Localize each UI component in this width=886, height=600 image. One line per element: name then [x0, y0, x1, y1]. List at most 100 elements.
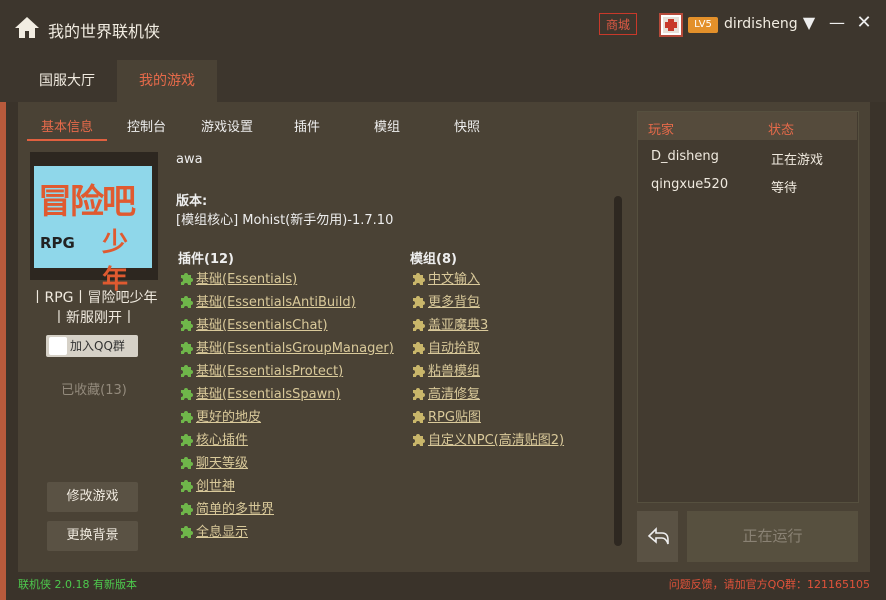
version-value: [模组核心] Mohist(新手勿用)-1.7.10 [176, 213, 394, 228]
item-label: 自动拾取 [428, 341, 481, 356]
subtab-console[interactable]: 控制台 [127, 116, 166, 135]
item-label: 更好的地皮 [196, 410, 262, 425]
plugin-item[interactable]: 基础(EssentialsProtect) [178, 360, 394, 383]
logo-title: 冒险吧 [38, 182, 136, 222]
scrollbar[interactable] [614, 196, 622, 546]
mod-item[interactable]: 自动拾取 [410, 337, 564, 360]
item-label: 核心插件 [196, 433, 249, 448]
active-tab-underline [27, 139, 107, 141]
mod-item[interactable]: 中文输入 [410, 268, 564, 291]
puzzle-icon [181, 434, 193, 446]
back-arrow-icon [647, 527, 669, 545]
puzzle-icon [181, 388, 193, 400]
mod-item[interactable]: 自定义NPC(高清贴图2) [410, 429, 564, 452]
plugin-item[interactable]: 聊天等级 [178, 452, 394, 475]
dropdown-icon[interactable]: ▼ [798, 12, 820, 34]
subtab-basic-info[interactable]: 基本信息 [41, 116, 93, 135]
status-column-header: 状态 [768, 123, 795, 138]
item-label: 自定义NPC(高清贴图2) [428, 433, 565, 448]
plugin-item[interactable]: 更好的地皮 [178, 406, 394, 429]
back-button[interactable] [637, 511, 678, 562]
item-label: 中文输入 [428, 272, 481, 287]
plugin-item[interactable]: 简单的多世界 [178, 498, 394, 521]
item-label: 高清修复 [428, 387, 481, 402]
qq-icon [49, 337, 67, 355]
puzzle-icon [181, 503, 193, 515]
plugin-item[interactable]: 基础(EssentialsGroupManager) [178, 337, 394, 360]
level-badge: LV5 [688, 17, 718, 33]
item-label: 基础(EssentialsGroupManager) [196, 341, 394, 356]
join-qq-label: 加入QQ群 [70, 339, 125, 353]
plugin-list: 基础(Essentials) 基础(EssentialsAntiBuild) 基础(… [178, 268, 394, 544]
subtab-game-settings[interactable]: 游戏设置 [201, 116, 253, 135]
mod-item[interactable]: 粘兽模组 [410, 360, 564, 383]
item-label: 更多背包 [428, 295, 481, 310]
puzzle-icon [413, 388, 425, 400]
running-button[interactable]: 正在运行 [687, 511, 858, 562]
item-label: 聊天等级 [196, 456, 249, 471]
puzzle-icon [181, 319, 193, 331]
plugin-item[interactable]: 基础(Essentials) [178, 268, 394, 291]
home-icon[interactable] [14, 15, 40, 39]
tab-lobby[interactable]: 国服大厅 [18, 60, 116, 102]
avatar-icon [663, 17, 679, 33]
item-label: 基础(EssentialsProtect) [196, 364, 344, 379]
mod-item[interactable]: 盖亚魔典3 [410, 314, 564, 337]
plugin-item[interactable]: 基础(EssentialsSpawn) [178, 383, 394, 406]
mod-item[interactable]: RPG贴图 [410, 406, 564, 429]
subtab-plugins[interactable]: 插件 [294, 116, 320, 135]
puzzle-icon [181, 296, 193, 308]
puzzle-icon [413, 319, 425, 331]
puzzle-icon [181, 480, 193, 492]
mod-item[interactable]: 更多背包 [410, 291, 564, 314]
puzzle-icon [181, 411, 193, 423]
puzzle-icon [181, 342, 193, 354]
subtab-mods[interactable]: 模组 [374, 116, 400, 135]
puzzle-icon [413, 273, 425, 285]
favorites-count[interactable]: 已收藏(13) [30, 379, 158, 398]
plugin-item[interactable]: 基础(EssentialsAntiBuild) [178, 291, 394, 314]
change-background-button[interactable]: 更换背景 [47, 521, 138, 551]
logo-subtitle: 少年 [102, 228, 129, 295]
puzzle-icon [413, 365, 425, 377]
server-logo: 冒险吧 RPG 少年 [34, 166, 152, 295]
join-qq-button[interactable]: 加入QQ群 [46, 335, 138, 357]
mods-header: 模组(8) [410, 252, 457, 267]
item-label: 基础(EssentialsChat) [196, 318, 328, 333]
subtab-snapshots[interactable]: 快照 [454, 116, 480, 135]
server-description: 丨RPG丨冒险吧少年丨新服刚开丨 [30, 290, 158, 326]
item-label: RPG贴图 [428, 410, 481, 425]
shop-button[interactable]: 商城 [599, 13, 637, 35]
item-label: 创世神 [196, 479, 236, 494]
username[interactable]: dirdisheng [724, 16, 798, 32]
tab-my-games[interactable]: 我的游戏 [117, 60, 217, 102]
puzzle-icon [413, 434, 425, 446]
minimize-icon[interactable]: — [826, 12, 848, 34]
modify-game-button[interactable]: 修改游戏 [47, 482, 138, 512]
mod-item[interactable]: 高清修复 [410, 383, 564, 406]
version-label: 版本: [176, 194, 208, 209]
item-label: 简单的多世界 [196, 502, 275, 517]
close-icon[interactable]: ✕ [853, 12, 875, 34]
plugin-item[interactable]: 基础(EssentialsChat) [178, 314, 394, 337]
avatar[interactable] [659, 13, 683, 37]
feedback-link[interactable]: 问题反馈，请加官方QQ群：121165105 [669, 576, 870, 592]
player-name: qingxue520 [651, 177, 729, 192]
puzzle-icon [181, 365, 193, 377]
item-label: 粘兽模组 [428, 364, 481, 379]
plugin-item[interactable]: 全息显示 [178, 521, 394, 544]
puzzle-icon [413, 296, 425, 308]
plugin-item[interactable]: 创世神 [178, 475, 394, 498]
plugin-item[interactable]: 核心插件 [178, 429, 394, 452]
item-label: 基础(Essentials) [196, 272, 298, 287]
puzzle-icon [181, 526, 193, 538]
version-info[interactable]: 联机侠 2.0.18 有新版本 [18, 576, 137, 592]
logo-rpg: RPG [40, 234, 75, 252]
player-name: D_disheng [651, 149, 719, 164]
puzzle-icon [181, 273, 193, 285]
puzzle-icon [413, 342, 425, 354]
mod-list: 中文输入更多背包盖亚魔典3 自动拾取粘兽模组高清修复 RPG贴图自定义NPC(高清贴… [410, 268, 564, 452]
puzzle-icon [181, 457, 193, 469]
player-status: 等待 [771, 181, 798, 196]
app-title: 我的世界联机侠 [48, 22, 161, 41]
